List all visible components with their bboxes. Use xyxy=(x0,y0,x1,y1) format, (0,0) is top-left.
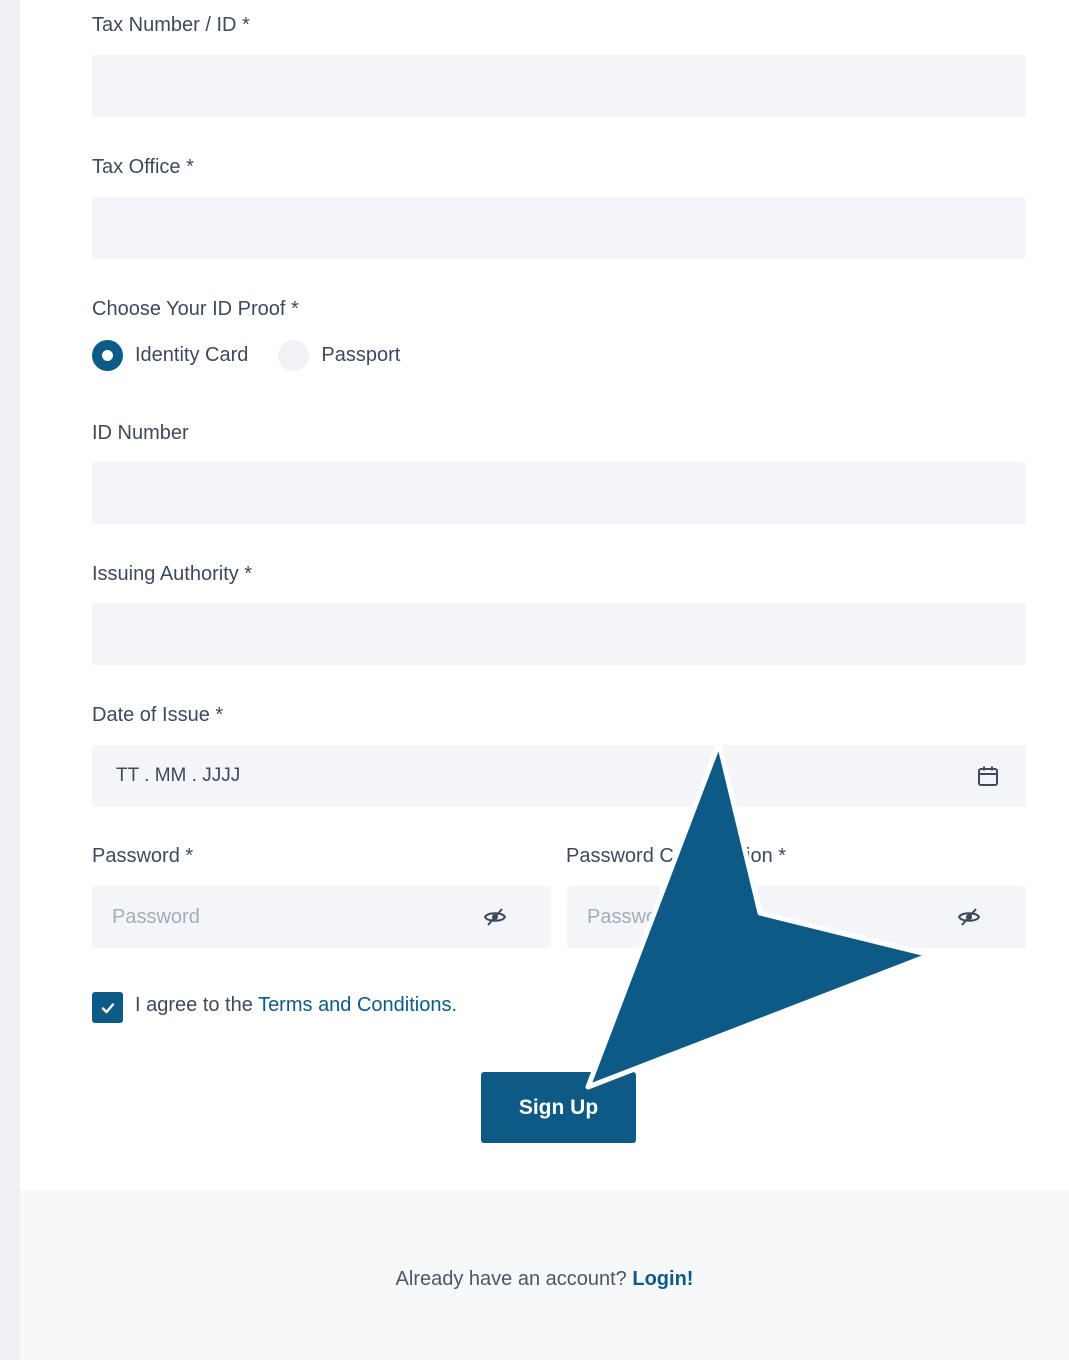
tax-number-input[interactable] xyxy=(92,55,1026,117)
tax-office-input[interactable] xyxy=(92,197,1026,259)
left-panel-edge xyxy=(0,0,20,1360)
date-of-issue-input[interactable]: TT . MM . JJJJ xyxy=(92,745,1026,807)
radio-identity-card[interactable] xyxy=(92,339,123,371)
footer-panel: Already have an account? Login! xyxy=(20,1190,1069,1360)
terms-prefix: I agree to the xyxy=(135,994,259,1016)
date-of-issue-value: TT . MM . JJJJ xyxy=(116,765,241,786)
issuing-authority-label: Issuing Authority * xyxy=(92,563,253,585)
id-number-label: ID Number xyxy=(92,422,189,444)
eye-slash-icon[interactable] xyxy=(956,904,982,930)
radio-passport-label[interactable]: Passport xyxy=(321,344,400,367)
issuing-authority-input[interactable] xyxy=(92,603,1026,665)
tax-number-label: Tax Number / ID * xyxy=(92,14,250,36)
password-confirmation-label: Password Confirmation * xyxy=(566,845,787,867)
radio-identity-card-label[interactable]: Identity Card xyxy=(135,344,248,367)
password-label: Password * xyxy=(92,845,194,867)
calendar-icon[interactable] xyxy=(975,763,1001,789)
terms-link[interactable]: Terms and Conditions. xyxy=(258,994,457,1016)
date-of-issue-label: Date of Issue * xyxy=(92,704,224,726)
terms-checkbox[interactable] xyxy=(92,992,123,1023)
radio-passport[interactable] xyxy=(278,339,310,371)
eye-slash-icon[interactable] xyxy=(482,904,508,930)
login-prompt-text: Already have an account? xyxy=(395,1268,633,1290)
sign-up-button[interactable]: Sign Up xyxy=(481,1072,636,1143)
id-number-input[interactable] xyxy=(92,462,1026,524)
id-proof-label: Choose Your ID Proof * xyxy=(92,298,299,320)
id-proof-radio-group: Identity Card Passport xyxy=(92,338,430,372)
check-icon xyxy=(101,1002,114,1013)
login-prompt: Already have an account? Login! xyxy=(20,1268,1069,1291)
login-link[interactable]: Login! xyxy=(632,1268,693,1290)
terms-text: I agree to the Terms and Conditions. xyxy=(135,994,457,1017)
tax-office-label: Tax Office * xyxy=(92,156,194,178)
